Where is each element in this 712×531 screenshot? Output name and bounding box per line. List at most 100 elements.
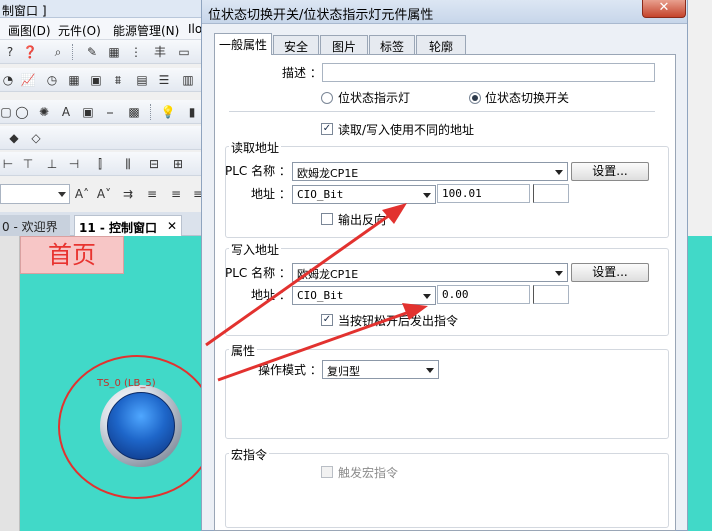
- tab-general[interactable]: 一般属性: [214, 33, 272, 55]
- editor-title: 制窗口 ]: [2, 4, 47, 18]
- align-middle-icon[interactable]: ⊥: [44, 156, 60, 172]
- home-label-element[interactable]: 首页: [20, 236, 124, 274]
- tab-label: 标签: [379, 40, 404, 54]
- editor-menu-bar: 画图(D) 元件(O) 能源管理(N) Ilo: [0, 18, 205, 40]
- align-text-center-icon[interactable]: ≡: [168, 186, 184, 202]
- operation-mode-value: 复归型: [327, 365, 360, 378]
- separate-address-label: 读取/写入使用不同的地址: [338, 123, 475, 137]
- highlight-circle: [58, 355, 216, 499]
- help-icon[interactable]: ?: [2, 44, 18, 60]
- read-address-extra[interactable]: [533, 184, 569, 203]
- bring-front-icon[interactable]: ◆: [6, 130, 22, 146]
- meter-icon[interactable]: ▮: [184, 104, 200, 120]
- ellipse-icon[interactable]: ◯: [14, 104, 30, 120]
- chevron-down-icon: [426, 368, 434, 373]
- close-icon[interactable]: ✕: [167, 219, 177, 233]
- separate-address-checkbox[interactable]: [321, 123, 333, 135]
- tab-label: 轮廓: [428, 40, 453, 54]
- keypad-icon[interactable]: ▦: [66, 72, 82, 88]
- same-width-icon[interactable]: ⊟: [146, 156, 162, 172]
- radio-bit-switch[interactable]: [469, 92, 481, 104]
- find-icon[interactable]: ⌕: [50, 44, 66, 60]
- fill-icon[interactable]: ▩: [126, 104, 142, 120]
- font-combo[interactable]: [0, 184, 70, 204]
- menu-draw[interactable]: 画图(D): [8, 22, 51, 39]
- element-properties-dialog: 位状态切换开关/位状态指示灯元件属性 ✕ 一般属性 安全 图片 标签 轮廓 描述…: [201, 0, 688, 531]
- same-height-icon[interactable]: ⊞: [170, 156, 186, 172]
- image-tool-icon[interactable]: ▣: [80, 104, 96, 120]
- tab-picture[interactable]: 图片: [320, 35, 368, 54]
- align-top-icon[interactable]: ⊤: [20, 156, 36, 172]
- radio-bit-indicator[interactable]: [321, 92, 333, 104]
- font-grow-icon[interactable]: A˄: [74, 186, 90, 202]
- write-plc-select[interactable]: 欧姆龙CP1E: [292, 263, 568, 282]
- toolbar-row-3: ▢ ◯ ✺ A ▣ ⎯ ▩ 💡 ▮: [0, 100, 205, 124]
- align-bottom-icon[interactable]: ⊣: [66, 156, 82, 172]
- dialog-title-bar[interactable]: 位状态切换开关/位状态指示灯元件属性: [202, 0, 687, 24]
- tab-outline[interactable]: 轮廓: [416, 35, 466, 54]
- write-plc-label: PLC 名称 ：: [225, 266, 291, 280]
- write-address-title: 写入地址: [229, 241, 282, 258]
- close-button[interactable]: ✕: [642, 0, 686, 18]
- clock-icon[interactable]: ◷: [44, 72, 60, 88]
- trend-chart-icon[interactable]: 📈: [20, 72, 36, 88]
- read-address-label: 地址 ：: [251, 187, 291, 201]
- grid-icon[interactable]: ⋮: [128, 44, 144, 60]
- document-tab-bar: 0 - 欢迎界面 11 - 控制窗口 ✕: [0, 212, 205, 251]
- general-properties-panel: 描述 ： 位状态指示灯 位状态切换开关 读取/写入使用不同的地址 读取地址 PL…: [214, 54, 676, 531]
- tab-security[interactable]: 安全: [273, 35, 319, 54]
- rectangle-icon[interactable]: ▢: [0, 104, 14, 120]
- pen-icon[interactable]: ✎: [84, 44, 100, 60]
- distribute-h-icon[interactable]: ⫿: [92, 156, 108, 172]
- sparkle-icon[interactable]: ✺: [36, 104, 52, 120]
- write-address-type-select[interactable]: CIO_Bit: [292, 286, 436, 305]
- history-icon[interactable]: ▥: [180, 72, 196, 88]
- distribute-v-icon[interactable]: ⫼: [120, 156, 136, 172]
- lightbulb-icon[interactable]: 💡: [160, 104, 176, 120]
- write-address-extra[interactable]: [533, 285, 569, 304]
- dialog-title: 位状态切换开关/位状态指示灯元件属性: [208, 8, 434, 23]
- write-plc-settings-button[interactable]: 设置...: [571, 263, 649, 282]
- write-address-type-value: CIO_Bit: [297, 289, 344, 302]
- align-text-left-icon[interactable]: ≡: [144, 186, 160, 202]
- table-icon[interactable]: ▦: [106, 44, 122, 60]
- read-address-type-select[interactable]: CIO_Bit: [292, 185, 436, 204]
- context-help-icon[interactable]: ❓: [22, 44, 38, 60]
- attributes-title: 属性: [229, 342, 258, 359]
- invert-output-label: 输出反向: [338, 213, 387, 227]
- text-tool-icon[interactable]: A: [58, 104, 74, 120]
- picture-icon[interactable]: ▣: [88, 72, 104, 88]
- send-back-icon[interactable]: ◇: [28, 130, 44, 146]
- chevron-down-icon: [58, 192, 66, 197]
- alarm-table-icon[interactable]: ▤: [134, 72, 150, 88]
- invert-output-checkbox[interactable]: [321, 213, 333, 225]
- tab-label: 图片: [331, 40, 356, 54]
- menu-energy[interactable]: 能源管理(N): [113, 22, 179, 39]
- text-indent-icon[interactable]: ⇉: [120, 186, 136, 202]
- menu-component[interactable]: 元件(O): [58, 22, 101, 39]
- operation-mode-select[interactable]: 复归型: [322, 360, 439, 379]
- align-left-icon[interactable]: ⊢: [0, 156, 16, 172]
- write-address-input[interactable]: 0.00: [437, 285, 530, 304]
- font-shrink-icon[interactable]: A˅: [96, 186, 112, 202]
- editor-title-bar: 制窗口 ]: [0, 0, 205, 18]
- read-address-input[interactable]: 100.01: [437, 184, 530, 203]
- frame-icon[interactable]: ▭: [176, 44, 192, 60]
- xy-chart-icon[interactable]: ⩩: [110, 72, 126, 88]
- description-input[interactable]: [322, 63, 655, 82]
- list-icon[interactable]: ☰: [156, 72, 172, 88]
- read-plc-select[interactable]: 欧姆龙CP1E: [292, 162, 568, 181]
- chevron-down-icon: [555, 170, 563, 175]
- read-plc-settings-button[interactable]: 设置...: [571, 162, 649, 181]
- text-icon[interactable]: 丰: [152, 44, 168, 60]
- line-icon[interactable]: ⎯: [102, 104, 118, 120]
- tab-label-settings[interactable]: 标签: [369, 35, 415, 54]
- tab-control-window[interactable]: 11 - 控制窗口 ✕: [74, 215, 182, 236]
- gauge-icon[interactable]: ◔: [0, 72, 16, 88]
- send-on-release-label: 当按钮松开后发出指令: [338, 314, 459, 328]
- send-on-release-checkbox[interactable]: [321, 314, 333, 326]
- tab-welcome-screen[interactable]: 0 - 欢迎界面: [0, 215, 70, 251]
- trigger-macro-checkbox[interactable]: [321, 466, 333, 478]
- macro-title: 宏指令: [229, 446, 270, 463]
- operation-mode-label: 操作模式 ：: [258, 363, 322, 377]
